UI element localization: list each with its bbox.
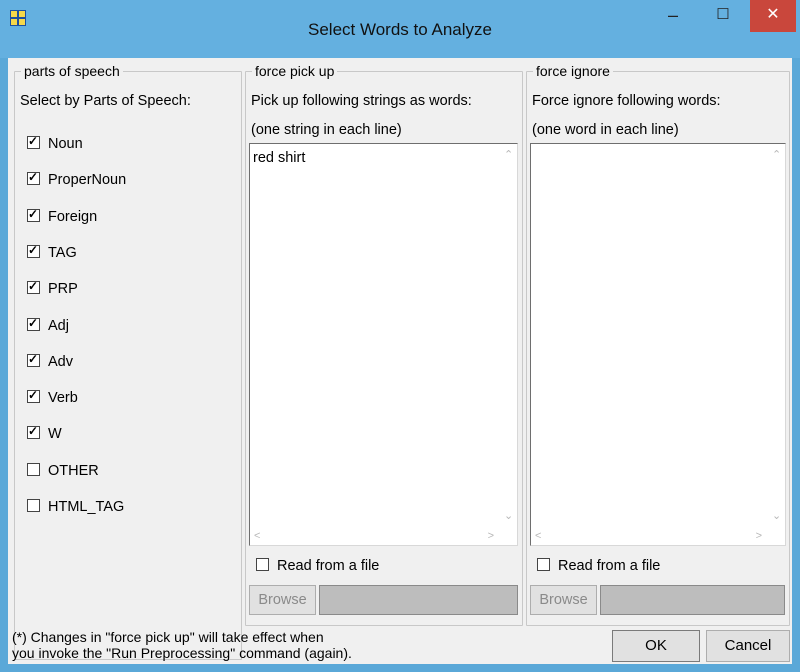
pos-checkbox-adv[interactable]: Adv (27, 351, 73, 371)
parts-of-speech-heading: Select by Parts of Speech: (20, 93, 191, 109)
scroll-up-icon[interactable]: ⌃ (504, 150, 513, 161)
ok-button[interactable]: OK (612, 630, 700, 662)
pos-checkbox-other[interactable]: OTHER (27, 462, 99, 480)
pos-checkbox-label: Noun (48, 136, 83, 152)
pos-checkbox-label: ProperNoun (48, 172, 127, 189)
pos-checkbox-foreign[interactable]: Foreign (27, 206, 98, 226)
pos-checkbox-noun[interactable]: Noun (27, 133, 83, 153)
parts-of-speech-group: parts of speech Select by Parts of Speec… (14, 63, 242, 660)
ignore-path-field[interactable] (600, 585, 785, 615)
checkbox-icon[interactable] (27, 169, 40, 186)
scroll-down-icon[interactable]: ⌄ (772, 511, 781, 522)
checkbox-icon[interactable] (27, 315, 40, 331)
pos-checkbox-label: Verb (48, 390, 78, 407)
footer-note-line-2: you invoke the "Run Preprocessing" comma… (12, 645, 352, 661)
scroll-down-icon[interactable]: ⌄ (504, 511, 513, 522)
pick-up-read-file-checkbox[interactable]: Read from a file (256, 557, 379, 575)
checkbox-icon[interactable] (27, 351, 40, 367)
checkbox-icon[interactable] (256, 558, 269, 571)
pick-up-vertical-scrollbar[interactable]: ⌃ ⌄ (500, 144, 517, 528)
ignore-vertical-scrollbar[interactable]: ⌃ ⌄ (768, 144, 785, 528)
close-button[interactable]: ✕ (750, 0, 796, 32)
minimize-button[interactable]: – (650, 0, 696, 32)
pos-checkbox-prp[interactable]: PRP (27, 278, 78, 298)
ignore-textarea[interactable]: ⌃ ⌄ < > (530, 143, 786, 546)
ignore-hint: (one word in each line) (532, 122, 679, 138)
checkbox-icon[interactable] (27, 278, 40, 295)
pick-up-instruction: Pick up following strings as words: (251, 93, 472, 109)
pick-up-path-field[interactable] (319, 585, 518, 615)
pos-checkbox-verb[interactable]: Verb (27, 387, 78, 407)
checkbox-icon[interactable] (27, 133, 40, 149)
pos-checkbox-label: OTHER (48, 462, 99, 479)
dialog-body: parts of speech Select by Parts of Speec… (8, 58, 792, 664)
checkbox-icon[interactable] (27, 242, 40, 258)
ignore-horizontal-scrollbar[interactable]: < > (531, 528, 768, 545)
pick-up-browse-button[interactable]: Browse (249, 585, 316, 615)
ignore-read-file-label: Read from a file (558, 558, 661, 574)
pos-checkbox-tag[interactable]: TAG (27, 242, 77, 262)
checkbox-icon[interactable] (27, 499, 40, 512)
checkbox-icon[interactable] (27, 387, 40, 404)
checkbox-icon[interactable] (27, 462, 40, 476)
pos-checkbox-label: TAG (48, 244, 77, 261)
checkbox-icon[interactable] (537, 558, 550, 571)
scroll-up-icon[interactable]: ⌃ (772, 150, 781, 161)
title-bar[interactable]: Select Words to Analyze – ☐ ✕ (0, 0, 800, 58)
maximize-button[interactable]: ☐ (700, 0, 746, 32)
ignore-browse-button[interactable]: Browse (530, 585, 597, 615)
ignore-instruction: Force ignore following words: (532, 93, 721, 109)
pos-checkbox-label: PRP (48, 281, 78, 298)
parts-of-speech-legend: parts of speech (21, 63, 123, 79)
pick-up-text: red shirt (253, 150, 306, 166)
force-pick-up-group: force pick up Pick up following strings … (245, 63, 523, 626)
force-ignore-legend: force ignore (533, 63, 613, 79)
pos-checkbox-label: Adv (48, 353, 73, 370)
pick-up-read-file-label: Read from a file (277, 558, 380, 574)
force-ignore-group: force ignore Force ignore following word… (526, 63, 790, 626)
pos-checkbox-label: HTML_TAG (48, 499, 125, 515)
dialog-window: Select Words to Analyze – ☐ ✕ parts of s… (0, 0, 800, 672)
ignore-read-file-checkbox[interactable]: Read from a file (537, 557, 660, 575)
scroll-right-icon[interactable]: > (488, 531, 494, 542)
pos-checkbox-label: Adj (48, 317, 69, 334)
pos-checkbox-label: Foreign (48, 208, 98, 225)
scroll-left-icon[interactable]: < (535, 531, 541, 542)
force-pick-up-legend: force pick up (252, 63, 338, 79)
pos-checkbox-adj[interactable]: Adj (27, 315, 69, 335)
checkbox-icon[interactable] (27, 206, 40, 222)
pos-checkbox-label: W (48, 426, 62, 443)
pos-checkbox-w[interactable]: W (27, 423, 62, 443)
pick-up-horizontal-scrollbar[interactable]: < > (250, 528, 500, 545)
pos-checkbox-html-tag[interactable]: HTML_TAG (27, 498, 124, 516)
pick-up-textarea[interactable]: red shirt ⌃ ⌄ < > (249, 143, 518, 546)
pick-up-hint: (one string in each line) (251, 122, 402, 138)
scroll-left-icon[interactable]: < (254, 531, 260, 542)
checkbox-icon[interactable] (27, 423, 40, 440)
pos-checkbox-propernoun[interactable]: ProperNoun (27, 169, 127, 189)
scroll-right-icon[interactable]: > (756, 531, 762, 542)
footer-note-line-1: (*) Changes in "force pick up" will take… (12, 629, 324, 645)
cancel-button[interactable]: Cancel (706, 630, 790, 662)
